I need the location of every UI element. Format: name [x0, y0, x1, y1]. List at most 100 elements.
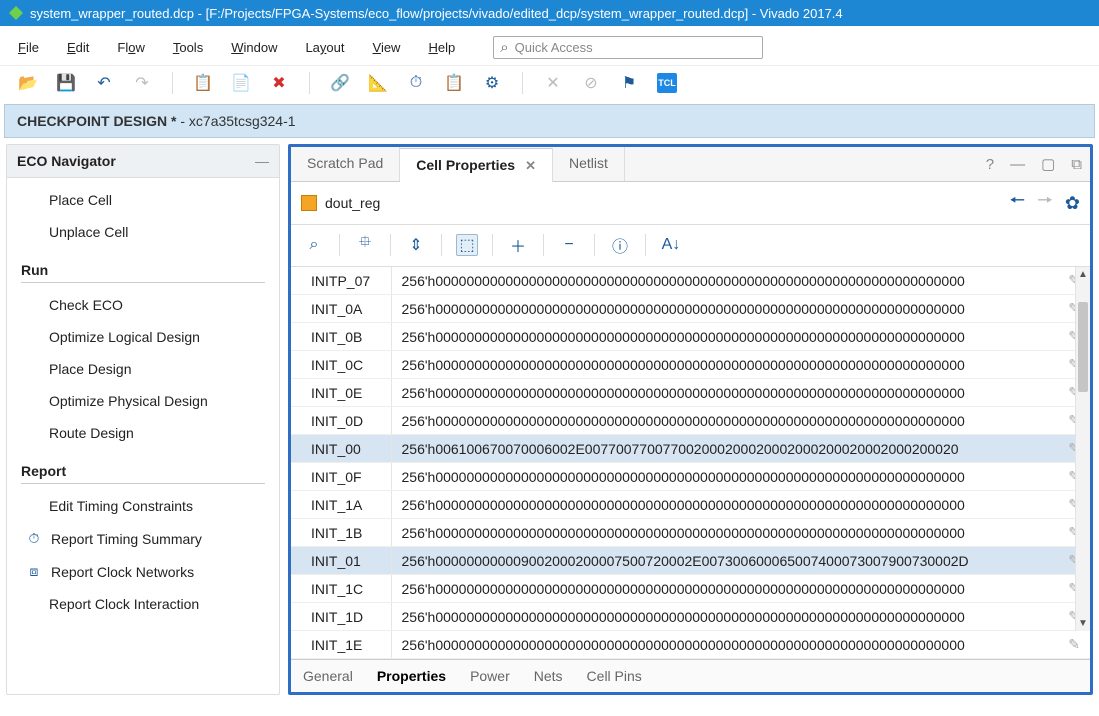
context-banner: CHECKPOINT DESIGN * - xc7a35tcsg324-1 — [4, 104, 1095, 138]
table-row[interactable]: INIT_0F256'h0000000000000000000000000000… — [291, 463, 1090, 491]
sub-tab[interactable]: Nets — [534, 668, 563, 684]
menu-flow[interactable]: Flow — [117, 40, 144, 55]
delete-icon[interactable]: ✖ — [269, 73, 289, 93]
add-icon[interactable]: ＋ — [507, 233, 529, 257]
scroll-up-icon[interactable]: ▲ — [1078, 267, 1088, 282]
help-icon[interactable]: ? — [978, 156, 1002, 173]
property-name: INIT_00 — [291, 435, 391, 463]
property-value: 256'h00000000000000000000000000000000000… — [391, 575, 1058, 603]
scroll-down-icon[interactable]: ▼ — [1078, 616, 1088, 631]
property-name: INIT_1A — [291, 491, 391, 519]
cancel-icon[interactable]: ✕ — [543, 73, 563, 93]
back-arrow-icon[interactable]: 🠔 — [1009, 188, 1025, 218]
eco-item[interactable]: Route Design — [21, 417, 265, 449]
restore-icon[interactable]: ▢ — [1033, 155, 1063, 173]
eco-item[interactable]: Place Cell — [21, 184, 265, 216]
sort-icon[interactable]: A↓ — [660, 236, 682, 254]
stopwatch-icon[interactable]: ⏱ — [406, 73, 426, 93]
eco-item[interactable]: Optimize Logical Design — [21, 321, 265, 353]
forward-arrow-icon[interactable]: 🠖 — [1037, 188, 1053, 218]
search-icon[interactable]: ⌕ — [303, 236, 325, 254]
property-name: INIT_0C — [291, 351, 391, 379]
eco-item[interactable]: Optimize Physical Design — [21, 385, 265, 417]
strike-icon[interactable]: ⊘ — [581, 73, 601, 93]
toolbar-separator — [172, 72, 173, 94]
property-name: INIT_0D — [291, 407, 391, 435]
table-row[interactable]: INIT_1E256'h0000000000000000000000000000… — [291, 631, 1090, 659]
save-icon[interactable]: 💾 — [56, 73, 76, 93]
panel-tab[interactable]: Scratch Pad — [291, 147, 400, 181]
app-icon — [8, 5, 24, 21]
property-name: INIT_0E — [291, 379, 391, 407]
eco-item[interactable]: Check ECO — [21, 289, 265, 321]
menu-view[interactable]: View — [373, 40, 401, 55]
search-icon: ⌕ — [500, 39, 508, 56]
table-row[interactable]: INIT_01256'h0000000000090020002000075007… — [291, 547, 1090, 575]
property-name: INIT_1E — [291, 631, 391, 659]
table-row[interactable]: INIT_1A256'h0000000000000000000000000000… — [291, 491, 1090, 519]
maximize-icon[interactable]: ⧉ — [1063, 156, 1090, 173]
flag-icon[interactable]: ⚑ — [619, 73, 639, 93]
eco-item[interactable]: Unplace Cell — [21, 216, 265, 248]
menu-layout[interactable]: Layout — [305, 40, 344, 55]
table-row[interactable]: INIT_1D256'h0000000000000000000000000000… — [291, 603, 1090, 631]
open-icon[interactable]: 📂 — [18, 73, 38, 93]
vertical-scrollbar[interactable]: ▲ ▼ — [1075, 267, 1090, 631]
edit-pencil-icon[interactable]: ✎ — [1058, 631, 1090, 659]
table-row[interactable]: INIT_1B256'h0000000000000000000000000000… — [291, 519, 1090, 547]
quick-access-search[interactable]: ⌕ Quick Access — [493, 36, 763, 59]
panel-tabs: Scratch PadCell Properties✕Netlist ? — ▢… — [291, 147, 1090, 182]
close-icon[interactable]: ✕ — [525, 158, 536, 173]
gear-icon[interactable]: ⚙ — [482, 73, 502, 93]
hierarchy-icon[interactable]: ⬚ — [456, 234, 478, 256]
sub-tab[interactable]: Power — [470, 668, 510, 684]
menu-help[interactable]: Help — [428, 40, 455, 55]
remove-icon[interactable]: − — [558, 236, 580, 254]
sub-tab[interactable]: General — [303, 668, 353, 684]
expand-all-icon[interactable]: ⇕ — [405, 235, 427, 255]
panel-tab[interactable]: Netlist — [553, 147, 625, 181]
table-row[interactable]: INIT_0A256'h0000000000000000000000000000… — [291, 295, 1090, 323]
property-name: INIT_0B — [291, 323, 391, 351]
minimize-icon[interactable]: — — [1002, 156, 1033, 173]
properties-toolbar: ⌕ ⯐ ⇕ ⬚ ＋ − ⓘ A↓ — [291, 225, 1090, 267]
panel-tab[interactable]: Cell Properties✕ — [400, 148, 553, 182]
property-value: 256'h00000000000000000000000000000000000… — [391, 267, 1058, 295]
table-row[interactable]: INIT_0C256'h0000000000000000000000000000… — [291, 351, 1090, 379]
eco-item[interactable]: ⧈Report Clock Networks — [21, 555, 265, 588]
scrollbar-thumb[interactable] — [1078, 302, 1088, 392]
table-row[interactable]: INITP_07256'h000000000000000000000000000… — [291, 267, 1090, 295]
clipboard-icon[interactable]: 📋 — [444, 73, 464, 93]
table-row[interactable]: INIT_0E256'h0000000000000000000000000000… — [291, 379, 1090, 407]
sub-tab[interactable]: Cell Pins — [587, 668, 642, 684]
menu-file[interactable]: File — [18, 40, 39, 55]
eco-item[interactable]: ⏱Report Timing Summary — [21, 522, 265, 555]
collapse-icon[interactable]: — — [255, 153, 269, 169]
ruler-icon[interactable]: 📐 — [368, 73, 388, 93]
info-icon[interactable]: ⓘ — [609, 233, 631, 257]
eco-item[interactable]: Place Design — [21, 353, 265, 385]
table-row[interactable]: INIT_1C256'h0000000000000000000000000000… — [291, 575, 1090, 603]
property-value: 256'h00000000000000000000000000000000000… — [391, 519, 1058, 547]
link-icon[interactable]: 🔗 — [330, 73, 350, 93]
property-value: 256'h000000000009002000200007500720002E0… — [391, 547, 1058, 575]
paste-icon[interactable]: 📄 — [231, 73, 251, 93]
table-row[interactable]: INIT_0B256'h0000000000000000000000000000… — [291, 323, 1090, 351]
property-value: 256'h00000000000000000000000000000000000… — [391, 463, 1058, 491]
tcl-console-icon[interactable]: TCL — [657, 73, 677, 93]
redo-icon[interactable]: ↷ — [132, 73, 152, 93]
copy-icon[interactable]: 📋 — [193, 73, 213, 93]
context-label: CHECKPOINT DESIGN * — [17, 113, 176, 129]
property-name: INITP_07 — [291, 267, 391, 295]
settings-gear-icon[interactable]: ✿ — [1065, 193, 1080, 214]
menu-edit[interactable]: Edit — [67, 40, 89, 55]
sub-tab[interactable]: Properties — [377, 668, 446, 684]
table-row[interactable]: INIT_00256'h006100670070006002E007700770… — [291, 435, 1090, 463]
undo-icon[interactable]: ↶ — [94, 73, 114, 93]
eco-item[interactable]: Report Clock Interaction — [21, 588, 265, 620]
menu-tools[interactable]: Tools — [173, 40, 203, 55]
collapse-all-icon[interactable]: ⯐ — [354, 231, 376, 258]
eco-item[interactable]: Edit Timing Constraints — [21, 490, 265, 522]
menu-window[interactable]: Window — [231, 40, 277, 55]
table-row[interactable]: INIT_0D256'h0000000000000000000000000000… — [291, 407, 1090, 435]
